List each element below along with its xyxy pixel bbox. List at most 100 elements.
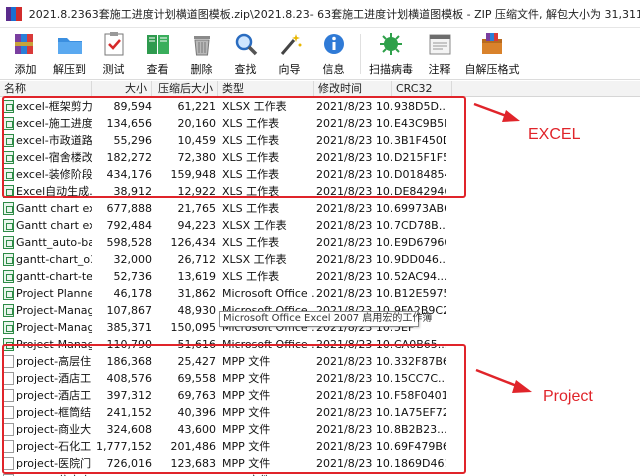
test-label: 测试 [102, 63, 125, 76]
excel-file-icon [3, 304, 14, 317]
view-book-icon [143, 30, 173, 58]
file-packed-size: 21,765 [177, 202, 217, 215]
file-name: Gantt_auto-bar… [16, 236, 92, 249]
file-modified: 2021/8/23 10... [316, 253, 392, 266]
column-modified[interactable]: 修改时间 [314, 81, 392, 97]
comment-button[interactable]: 注释 [418, 30, 461, 78]
toolbar: 添加 解压到 测试 查看 删除 查找 向导 信息 扫描病毒 注释 自解压格式 [0, 28, 640, 80]
file-modified: 2021/8/23 10... [316, 270, 392, 283]
wand-icon [275, 30, 305, 58]
file-crc32: 69973AB6 [394, 202, 446, 215]
file-modified: 2021/8/23 10... [316, 236, 392, 249]
file-packed-size: 126,434 [170, 236, 217, 249]
file-row[interactable]: Gantt chart exc… 792,484 94,223 XLSX 工作表 202… [0, 217, 640, 234]
find-label: 查找 [234, 63, 257, 76]
file-name: Project-Manag… [16, 304, 92, 317]
info-button[interactable]: 信息 [312, 30, 355, 78]
extract-to-button[interactable]: 解压到 [48, 30, 91, 78]
file-name: Project-Manag… [16, 321, 92, 334]
add-button[interactable]: 添加 [4, 30, 47, 78]
virus-scan-icon [376, 30, 406, 58]
test-clipboard-icon [99, 30, 129, 58]
wizard-button[interactable]: 向导 [268, 30, 311, 78]
file-size: 46,178 [113, 287, 153, 300]
excel-file-icon [3, 270, 14, 283]
file-type: Microsoft Office ... [222, 287, 314, 300]
excel-annotation: EXCEL [528, 126, 581, 143]
type-tooltip: Microsoft Office Excel 2007 启用宏的工作簿 [219, 311, 432, 327]
project-group-highlight [2, 344, 466, 474]
excel-file-icon [3, 202, 14, 215]
excel-file-icon [3, 253, 14, 266]
excel-file-icon [3, 236, 14, 249]
title-bar: 2021.8.2363套施工进度计划横道图模板.zip\2021.8.23- 6… [0, 0, 640, 28]
sfx-button[interactable]: 自解压格式 [462, 30, 522, 78]
project-annotation: Project [543, 388, 593, 405]
sfx-box-icon [477, 30, 507, 58]
column-name[interactable]: 名称 [0, 81, 92, 97]
wizard-label: 向导 [278, 63, 301, 76]
project-arrow-icon [475, 368, 532, 393]
file-size: 385,371 [106, 321, 153, 334]
delete-label: 删除 [190, 63, 213, 76]
file-packed-size: 150,095 [170, 321, 217, 334]
file-size: 792,484 [106, 219, 153, 232]
virus-scan-button[interactable]: 扫描病毒 [365, 30, 417, 78]
file-modified: 2021/8/23 10... [316, 202, 392, 215]
file-modified: 2021/8/23 10... [316, 219, 392, 232]
delete-button[interactable]: 删除 [180, 30, 223, 78]
extract-folder-icon [55, 30, 85, 58]
winrar-app-icon [6, 6, 22, 21]
column-packed-size[interactable]: 压缩后大小 [152, 81, 218, 97]
view-button[interactable]: 查看 [136, 30, 179, 78]
file-crc32: 9DD046... [394, 253, 446, 266]
comment-label: 注释 [428, 63, 451, 76]
file-size: 598,528 [106, 236, 153, 249]
file-type: XLS 工作表 [222, 236, 280, 249]
file-name: gantt-chart-te… [16, 270, 92, 283]
file-modified: 2021/8/23 10... [316, 287, 392, 300]
file-row[interactable]: gantt-chart-te… 52,736 13,619 XLS 工作表 2021/8… [0, 268, 640, 285]
file-packed-size: 94,223 [177, 219, 217, 232]
sfx-label: 自解压格式 [464, 63, 520, 76]
file-packed-size: 13,619 [177, 270, 217, 283]
column-header: 名称 大小 压缩后大小 类型 修改时间 CRC32 [0, 81, 640, 97]
file-row[interactable]: gantt-chart_o3… 32,000 26,712 XLSX 工作表 2021/… [0, 251, 640, 268]
column-size[interactable]: 大小 [92, 81, 152, 97]
file-packed-size: 26,712 [177, 253, 217, 266]
file-crc32: 7CD78B... [394, 219, 446, 232]
virus-scan-label: 扫描病毒 [369, 63, 413, 76]
file-packed-size: 31,862 [177, 287, 217, 300]
file-type: XLS 工作表 [222, 270, 280, 283]
toolbar-separator [360, 34, 361, 74]
file-size: 107,867 [106, 304, 153, 317]
file-size: 32,000 [113, 253, 153, 266]
file-row[interactable]: Gantt_auto-bar… 598,528 126,434 XLS 工作表 2021… [0, 234, 640, 251]
file-name: Gantt chart exc… [16, 202, 92, 215]
view-label: 查看 [146, 63, 169, 76]
file-row[interactable]: Project Planner… 46,178 31,862 Microsoft Of… [0, 285, 640, 302]
column-crc32[interactable]: CRC32 [392, 81, 452, 97]
file-crc32: 52AC94... [394, 270, 446, 283]
file-crc32: E9D67960 [394, 236, 446, 249]
info-label: 信息 [322, 63, 345, 76]
excel-file-icon [3, 219, 14, 232]
file-name: Project Planner… [16, 287, 92, 300]
file-type: XLSX 工作表 [222, 219, 287, 232]
file-size: 52,736 [113, 270, 153, 283]
file-row[interactable]: Gantt chart exc… 677,888 21,765 XLS 工作表 2021… [0, 200, 640, 217]
column-type[interactable]: 类型 [218, 81, 314, 97]
file-crc32: B12E5975 [394, 287, 446, 300]
test-button[interactable]: 测试 [92, 30, 135, 78]
excel-group-highlight [2, 96, 466, 198]
extract-to-label: 解压到 [53, 63, 86, 76]
add-label: 添加 [14, 63, 37, 76]
file-packed-size: 48,930 [177, 304, 217, 317]
file-name: Gantt chart exc… [16, 219, 92, 232]
trash-icon [187, 30, 217, 58]
excel-file-icon [3, 321, 14, 334]
excel-file-icon [3, 287, 14, 300]
file-type: XLS 工作表 [222, 202, 280, 215]
find-button[interactable]: 查找 [224, 30, 267, 78]
comment-icon [425, 30, 455, 58]
